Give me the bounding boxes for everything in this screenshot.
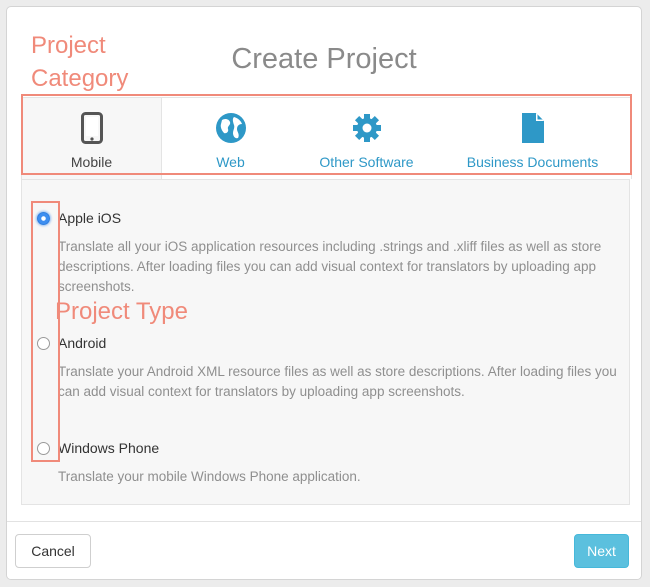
next-button[interactable]: Next <box>574 534 629 568</box>
radio-windows-phone[interactable] <box>37 442 50 455</box>
document-icon <box>521 113 544 143</box>
project-type-panel: Apple iOS Translate all your iOS applica… <box>21 179 630 505</box>
radio-android[interactable] <box>37 337 50 350</box>
dialog-footer: Cancel Next <box>7 521 641 579</box>
annotation-project-type: Project Type <box>55 298 188 325</box>
category-tabs: Mobile Web Other Software Business Docum… <box>21 97 632 179</box>
option-label[interactable]: Apple iOS <box>58 210 121 226</box>
radio-apple-ios[interactable] <box>37 212 50 225</box>
gear-icon <box>352 114 381 142</box>
tab-label: Mobile <box>70 154 113 170</box>
tab-other-software[interactable]: Other Software <box>299 98 434 179</box>
option-description: Translate all your iOS application resou… <box>58 239 602 294</box>
option-label[interactable]: Windows Phone <box>58 440 159 456</box>
tab-label: Other Software <box>319 154 414 170</box>
tab-web[interactable]: Web <box>162 98 299 179</box>
option-label[interactable]: Android <box>58 335 106 351</box>
create-project-dialog: Create Project Project Category Mobile W… <box>6 6 642 580</box>
option-description: Translate your mobile Windows Phone appl… <box>58 469 361 484</box>
tab-label: Web <box>216 154 245 170</box>
tab-mobile[interactable]: Mobile <box>22 98 162 179</box>
cancel-button[interactable]: Cancel <box>15 534 91 568</box>
option-description: Translate your Android XML resource file… <box>58 364 617 399</box>
tab-business-documents[interactable]: Business Documents <box>434 98 631 179</box>
mobile-phone-icon <box>80 112 103 144</box>
globe-icon <box>215 113 246 143</box>
tab-label: Business Documents <box>466 154 599 170</box>
annotation-project-category: Project Category <box>31 32 129 92</box>
